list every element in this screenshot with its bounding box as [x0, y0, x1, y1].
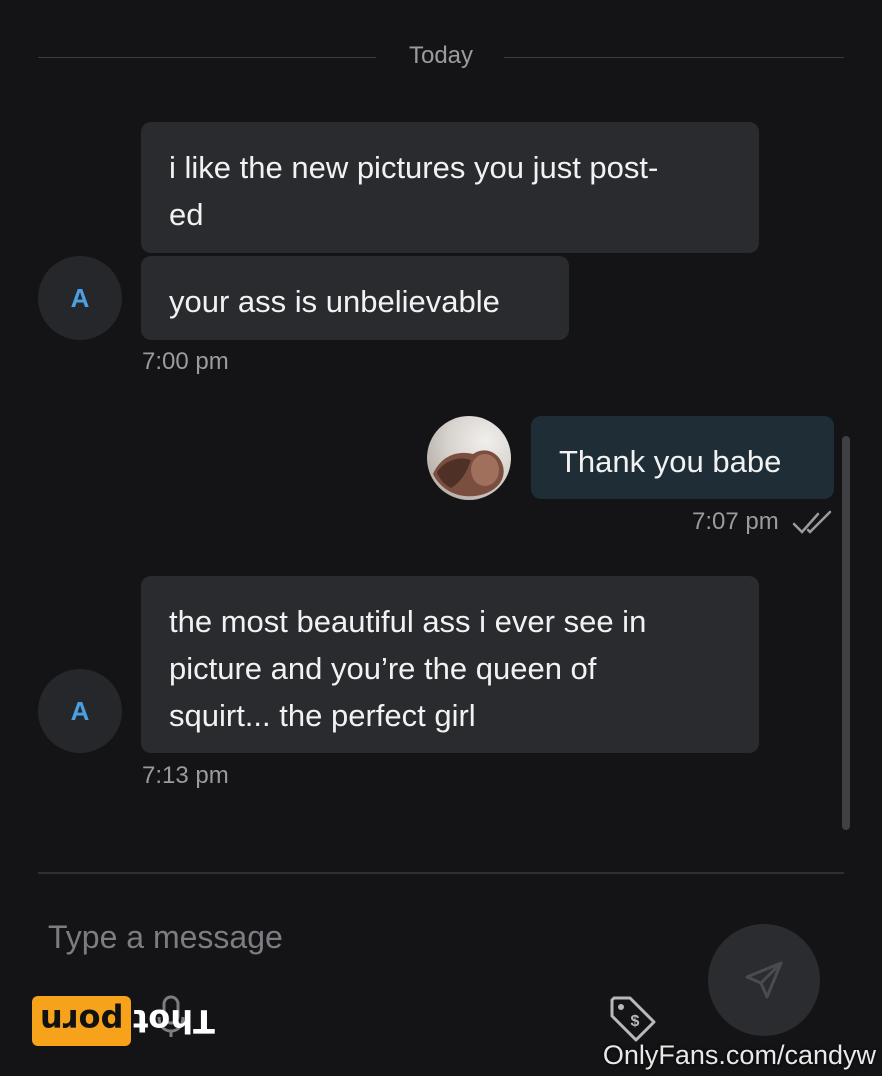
double-check-icon	[792, 510, 832, 534]
svg-text:$: $	[631, 1013, 640, 1030]
avatar[interactable]	[427, 416, 511, 500]
watermark: OnlyFans.com/candyw	[602, 1040, 876, 1070]
send-button[interactable]	[708, 924, 820, 1036]
message-bubble[interactable]: i like the new pictures you just post- e…	[141, 122, 759, 253]
divider-line-right	[504, 57, 844, 58]
date-label: Today	[408, 42, 474, 69]
message-input[interactable]	[46, 910, 610, 964]
message-bubble[interactable]: the most beautiful ass i ever see in pic…	[141, 576, 759, 753]
price-tag-icon[interactable]: $	[608, 994, 658, 1044]
message-timestamp: 7:07 pm	[692, 508, 779, 535]
message-timestamp: 7:00 pm	[142, 348, 229, 375]
divider-line-left	[38, 57, 376, 58]
logo-box: porn	[32, 996, 132, 1046]
send-icon	[745, 961, 783, 999]
logo: porn Thot	[32, 996, 215, 1046]
logo-box-text: porn	[40, 1002, 124, 1040]
avatar-photo-icon	[433, 450, 504, 497]
composer-divider	[38, 872, 844, 874]
message-bubble[interactable]: Thank you babe	[531, 416, 834, 499]
avatar[interactable]: A	[38, 669, 122, 753]
avatar[interactable]: A	[38, 256, 122, 340]
message-timestamp: 7:13 pm	[142, 762, 229, 789]
message-bubble[interactable]: your ass is unbelievable	[141, 256, 569, 340]
logo-text: Thot	[133, 1002, 216, 1040]
scrollbar[interactable]	[842, 436, 850, 830]
